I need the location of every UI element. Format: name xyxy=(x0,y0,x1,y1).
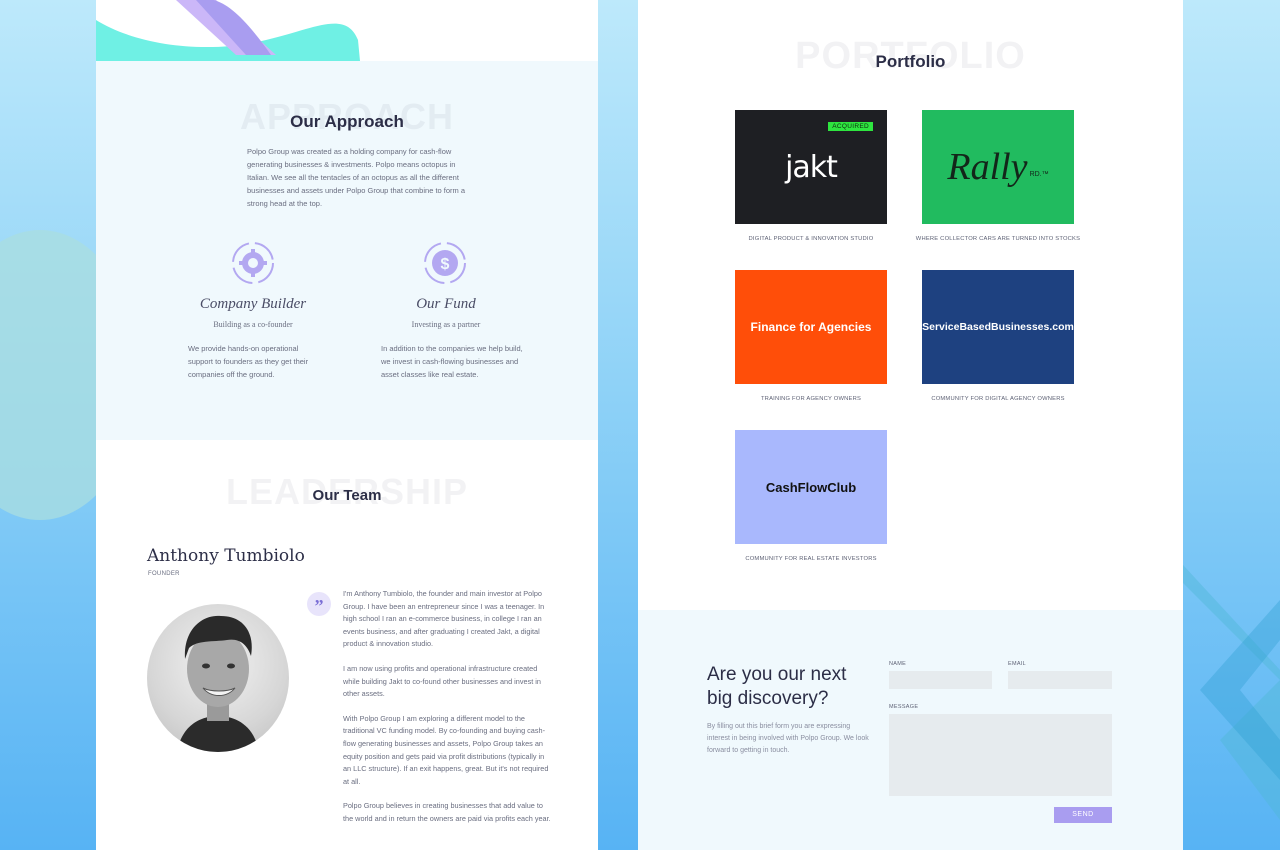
team-section: LEADERSHIP Our Team Anthony Tumbiolo FOU… xyxy=(96,440,598,850)
approach-title: Our Approach xyxy=(290,112,404,131)
bio-paragraph: Polpo Group believes in creating busines… xyxy=(343,801,551,823)
pillar-subtitle: Investing as a partner xyxy=(411,320,481,329)
contact-section: Are you our next big discovery? By filli… xyxy=(638,610,1183,850)
message-field[interactable] xyxy=(889,714,1112,796)
name-field[interactable] xyxy=(889,671,992,689)
portfolio-card-jakt[interactable]: jakt ACQUIRED xyxy=(735,110,887,224)
bio-paragraph: With Polpo Group I am exploring a differ… xyxy=(343,713,549,786)
person-name: Anthony Tumbiolo xyxy=(147,546,305,566)
email-label: EMAIL xyxy=(1008,661,1027,667)
pillar-title: Company Builder xyxy=(199,296,307,312)
portfolio-title: Portfolio xyxy=(875,52,946,71)
portfolio-caption: COMMUNITY FOR DIGITAL AGENCY OWNERS xyxy=(931,396,1065,402)
portfolio-caption: COMMUNITY FOR REAL ESTATE INVESTORS xyxy=(745,556,877,562)
svg-text:$: $ xyxy=(441,256,450,273)
hero-wave-decoration xyxy=(96,0,598,61)
approach-description: Polpo Group was created as a holding com… xyxy=(247,147,466,208)
person-bio: I'm Anthony Tumbiolo, the founder and ma… xyxy=(343,588,553,838)
portfolio-caption: TRAINING FOR AGENCY OWNERS xyxy=(760,396,862,402)
name-label: NAME xyxy=(889,661,907,667)
approach-section: APPROACH Our Approach Polpo Group was cr… xyxy=(96,61,598,440)
portfolio-card-finance-for-agencies[interactable]: Finance for Agencies xyxy=(735,270,887,384)
portfolio-card-rally[interactable]: Rally RD.™ xyxy=(922,110,1074,224)
acquired-badge: ACQUIRED xyxy=(828,122,873,131)
pillar-subtitle: Building as a co-founder xyxy=(213,320,293,329)
portfolio-caption: WHERE COLLECTOR CARS ARE TURNED INTO STO… xyxy=(915,236,1081,242)
bio-paragraph: I am now using profits and operational i… xyxy=(343,663,541,699)
bio-paragraph: I'm Anthony Tumbiolo, the founder and ma… xyxy=(343,589,545,649)
email-field[interactable] xyxy=(1008,671,1112,689)
rally-logo-suffix: RD.™ xyxy=(1029,170,1049,178)
wave-shapes xyxy=(96,0,360,61)
contact-heading-line: big discovery? xyxy=(707,688,829,709)
contact-heading-line: Are you our next xyxy=(707,664,847,685)
dollar-cycle-icon: $ xyxy=(424,242,466,284)
person-role: FOUNDER xyxy=(148,571,180,577)
rally-logo: Rally xyxy=(947,146,1028,188)
cashflowclub-logo: CashFlowClub xyxy=(765,479,857,495)
contact-heading: Are you our next big discovery? xyxy=(707,663,846,711)
team-title: Our Team xyxy=(312,487,382,504)
portfolio-caption: DIGITAL PRODUCT & INNOVATION STUDIO xyxy=(748,236,874,242)
left-page-panel: APPROACH Our Approach Polpo Group was cr… xyxy=(96,0,598,850)
pillar-title: Our Fund xyxy=(416,296,476,312)
portfolio-card-service-based-businesses[interactable]: ServiceBasedBusinesses.com xyxy=(922,270,1074,384)
contact-description: By filling out this brief form you are e… xyxy=(707,723,869,754)
send-button[interactable]: SEND xyxy=(1054,807,1112,823)
gear-cycle-icon xyxy=(232,242,274,284)
service-based-businesses-logo: ServiceBasedBusinesses.com xyxy=(922,321,1074,333)
right-page-panel: PORTFOLIO Portfolio jakt ACQUIRED DIGITA… xyxy=(638,0,1183,850)
finance-for-agencies-logo: Finance for Agencies xyxy=(750,320,872,334)
pillar-text: In addition to the companies we help bui… xyxy=(381,344,523,379)
pillar-text: We provide hands-on operational support … xyxy=(188,344,309,379)
portfolio-card-cashflowclub[interactable]: CashFlowClub xyxy=(735,430,887,544)
quote-icon: ” xyxy=(307,592,331,616)
jakt-logo: jakt xyxy=(785,149,838,185)
message-label: MESSAGE xyxy=(889,704,919,710)
avatar xyxy=(147,604,289,752)
portrait-illustration xyxy=(177,615,259,752)
